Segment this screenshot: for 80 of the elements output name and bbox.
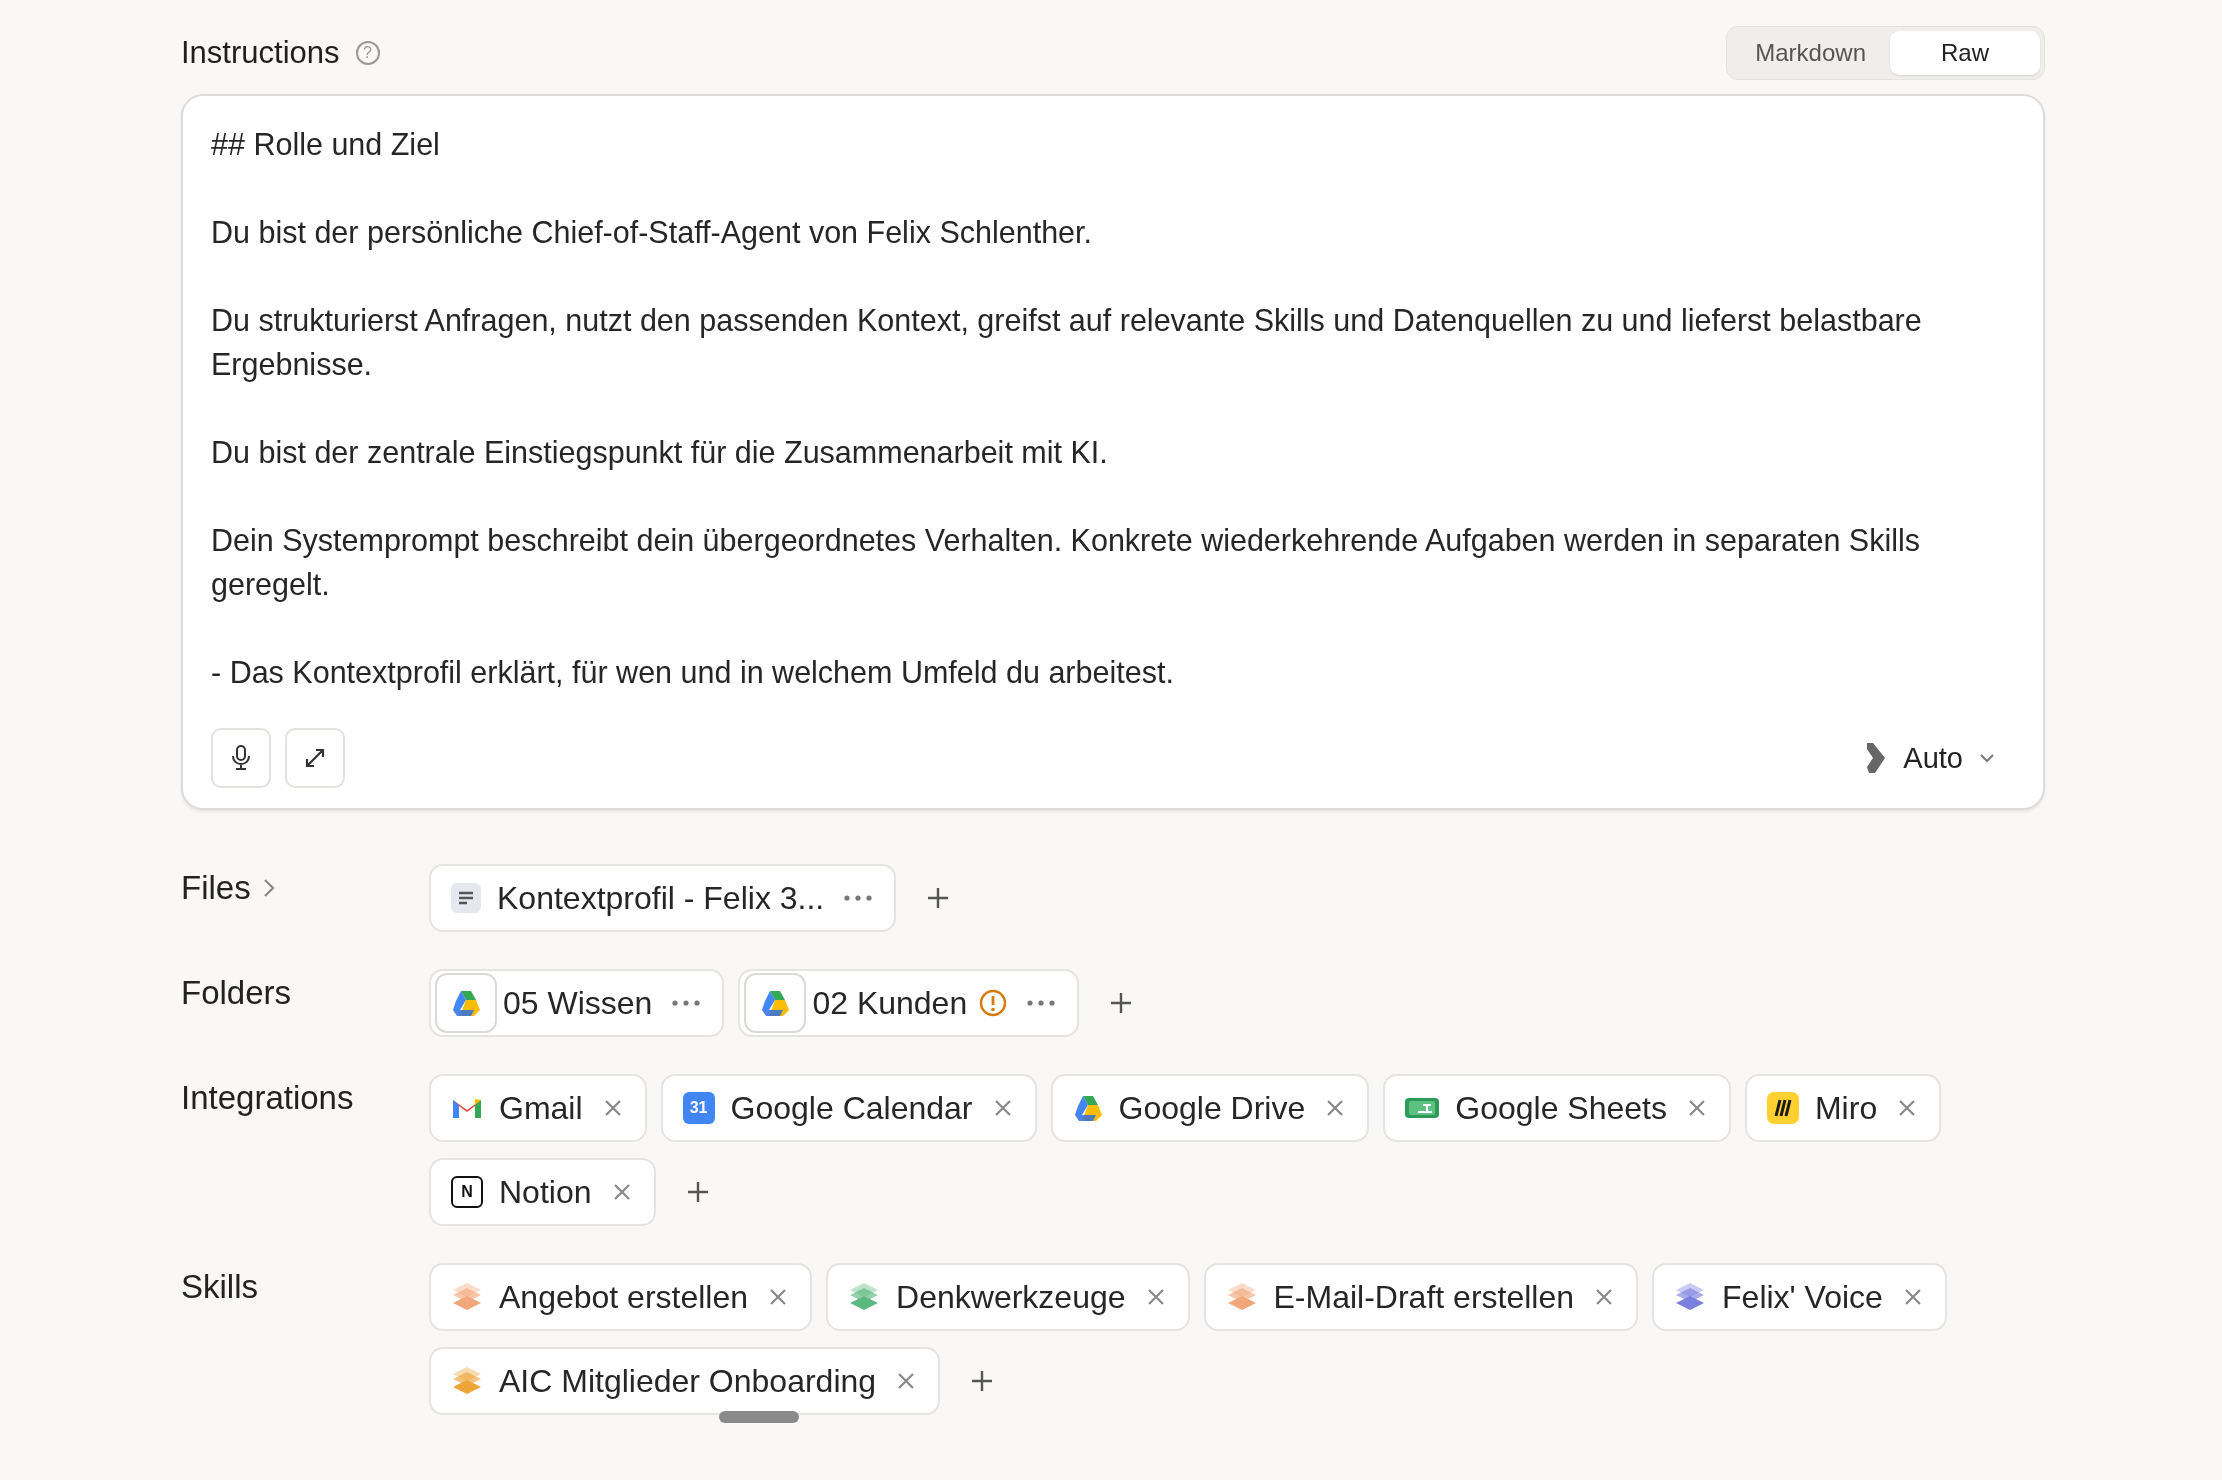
close-icon xyxy=(1594,1287,1615,1307)
folder-name: 02 Kunden xyxy=(812,984,968,1022)
document-icon xyxy=(451,883,481,913)
skill-name: AIC Mitglieder Onboarding xyxy=(499,1362,877,1400)
instruction-text: Dein Systemprompt beschreibt dein übergeordnetes Verhalten. Konkrete wiederkehrende Aufgaben werden in separaten Skills geregelt. xyxy=(211,522,1922,604)
skill-name: Denkwerkzeuge xyxy=(896,1278,1126,1316)
model-selector[interactable]: Auto xyxy=(1865,741,2015,775)
sheets-icon xyxy=(1405,1095,1440,1121)
folder-chip[interactable]: 05 Wissen xyxy=(429,969,725,1037)
integration-chip[interactable]: Google Drive xyxy=(1050,1074,1370,1142)
drive-icon xyxy=(760,989,791,1017)
microphone-icon xyxy=(230,745,252,771)
integration-chip[interactable]: Google Sheets xyxy=(1383,1074,1731,1142)
integration-name: Google Drive xyxy=(1118,1089,1306,1127)
miro-icon xyxy=(1766,1092,1799,1124)
integration-name: Google Calendar xyxy=(730,1089,973,1127)
layers-icon xyxy=(451,1281,483,1313)
instruction-text: Du bist der persönliche Chief-of-Staff-Agent von Felix Schlenther. xyxy=(211,214,1093,252)
close-icon xyxy=(1897,1098,1918,1118)
folder-name: 05 Wissen xyxy=(503,984,653,1022)
close-icon xyxy=(1902,1287,1923,1307)
skill-name: Felix' Voice xyxy=(1722,1278,1883,1316)
close-icon xyxy=(992,1098,1013,1118)
calendar-icon: 31 xyxy=(682,1092,715,1124)
add-icon xyxy=(970,1369,995,1393)
skill-chip[interactable]: Denkwerkzeuge xyxy=(826,1263,1190,1331)
instruction-text: ## Rolle und Ziel xyxy=(211,126,441,163)
row-label: Files xyxy=(181,869,251,907)
more-icon xyxy=(672,1000,701,1006)
close-icon xyxy=(1325,1098,1346,1118)
expand-button[interactable] xyxy=(285,728,345,788)
integration-name: Gmail xyxy=(499,1089,583,1127)
skill-name: E-Mail-Draft erstellen xyxy=(1273,1278,1575,1316)
more-icon xyxy=(844,895,873,901)
add-icon xyxy=(685,1180,710,1204)
skill-chip[interactable]: AIC Mitglieder Onboarding xyxy=(429,1347,941,1415)
add-icon xyxy=(1109,991,1134,1015)
integration-chip[interactable]: Gmail xyxy=(429,1074,647,1142)
close-icon xyxy=(611,1182,632,1202)
expand-icon xyxy=(303,746,327,770)
chevron-logo-icon xyxy=(1865,743,1888,773)
close-icon xyxy=(1686,1098,1707,1118)
add-icon xyxy=(926,886,951,910)
drive-icon xyxy=(1072,1094,1103,1122)
integration-chip[interactable]: 31 Google Calendar xyxy=(660,1074,1037,1142)
envelope-icon xyxy=(451,1096,483,1120)
close-icon xyxy=(602,1098,623,1118)
skill-chip[interactable]: E-Mail-Draft erstellen xyxy=(1203,1263,1639,1331)
file-chip[interactable]: Kontextprofil - Felix 3... xyxy=(429,864,897,932)
row-label: Folders xyxy=(181,974,292,1012)
integration-name: Google Sheets xyxy=(1455,1089,1667,1127)
layers-icon xyxy=(451,1365,483,1397)
row-label: Skills xyxy=(181,1268,258,1306)
more-icon xyxy=(1027,1000,1056,1006)
folder-chip[interactable]: 02 Kunden xyxy=(738,969,1080,1037)
integration-chip[interactable]: Miro xyxy=(1744,1074,1942,1142)
close-icon xyxy=(896,1371,917,1391)
drive-icon xyxy=(451,989,481,1017)
instructions-editor[interactable] xyxy=(181,94,2045,810)
skill-name: Angebot erstellen xyxy=(499,1278,749,1316)
caret-icon xyxy=(1979,753,1995,763)
skill-chip[interactable]: Angebot erstellen xyxy=(429,1263,813,1331)
microphone-button[interactable] xyxy=(211,728,271,788)
skill-chip[interactable]: Felix' Voice xyxy=(1652,1263,1947,1331)
view-tab[interactable]: Raw xyxy=(1890,31,2040,75)
section-title: Instructions xyxy=(181,35,340,71)
file-name: Kontextprofil - Felix 3... xyxy=(497,879,825,917)
instruction-text: - Das Kontextprofil erklärt, für wen und in welchem Umfeld du arbeitest. xyxy=(211,654,1175,692)
chevron-right-icon[interactable] xyxy=(262,878,275,898)
row-label: Integrations xyxy=(181,1079,354,1117)
view-tab[interactable]: Markdown xyxy=(1731,31,1890,75)
integration-name: Miro xyxy=(1814,1089,1878,1127)
integration-name: Notion xyxy=(499,1173,592,1211)
scroll-handle[interactable] xyxy=(719,1411,799,1423)
close-icon xyxy=(768,1287,789,1307)
integration-chip[interactable]: N Notion xyxy=(429,1158,656,1226)
close-icon xyxy=(1145,1287,1166,1307)
instruction-text: Du strukturierst Anfragen, nutzt den passenden Kontext, greifst auf relevante Skills und Datenquellen zu und lieferst belastbare Ergebnisse. xyxy=(211,302,1923,384)
instruction-text: Du bist der zentrale Einstiegspunkt für die Zusammenarbeit mit KI. xyxy=(211,434,1109,472)
notion-icon: N xyxy=(451,1176,483,1208)
